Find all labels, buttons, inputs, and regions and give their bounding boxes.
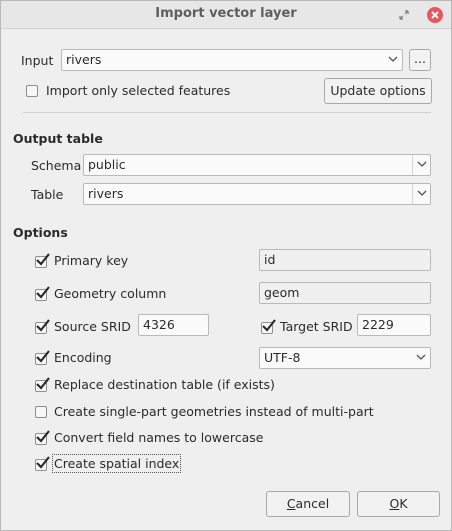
input-layer-value: rivers <box>66 52 102 67</box>
encoding-combo[interactable]: UTF-8 <box>259 347 431 369</box>
separator <box>23 112 431 113</box>
close-button[interactable] <box>427 7 443 23</box>
spatial-index-label: Create spatial index <box>51 454 182 473</box>
import-only-selected-label: Import only selected features <box>46 83 231 98</box>
encoding-value: UTF-8 <box>264 350 301 365</box>
ok-label-rest: K <box>399 496 408 511</box>
ok-mnemonic: O <box>389 496 400 511</box>
cancel-label-rest: ancel <box>295 496 330 511</box>
lowercase-checkbox[interactable] <box>35 430 50 445</box>
table-combo[interactable]: rivers <box>83 183 431 205</box>
primary-key-label: Primary key <box>54 253 129 268</box>
input-label: Input <box>21 53 54 68</box>
input-layer-combo[interactable]: rivers <box>61 49 403 71</box>
window-title: Import vector layer <box>155 6 297 21</box>
options-heading: Options <box>13 225 68 240</box>
single-part-label: Create single-part geometries instead of… <box>54 404 374 419</box>
geometry-column-label: Geometry column <box>54 286 167 301</box>
checkmark-icon <box>36 350 50 363</box>
target-srid-label: Target SRID <box>280 319 353 334</box>
target-srid-checkbox[interactable] <box>261 319 276 334</box>
replace-table-checkbox[interactable] <box>35 377 50 392</box>
chevron-down-icon <box>412 155 430 175</box>
schema-value: public <box>88 157 126 172</box>
checkmark-icon <box>36 319 50 332</box>
checkmark-icon <box>262 319 276 332</box>
checkmark-icon <box>36 286 50 299</box>
checkmark-icon <box>36 377 50 390</box>
primary-key-checkbox[interactable] <box>35 253 50 268</box>
update-options-button[interactable]: Update options <box>324 78 432 104</box>
ok-button[interactable]: OK <box>357 491 440 517</box>
table-value: rivers <box>88 186 124 201</box>
schema-combo[interactable]: public <box>83 154 431 176</box>
title-bar: Import vector layer <box>1 1 451 29</box>
schema-label: Schema <box>31 158 82 173</box>
geometry-column-checkbox[interactable] <box>35 286 50 301</box>
primary-key-field[interactable]: id <box>259 249 431 271</box>
source-srid-checkbox[interactable] <box>35 319 50 334</box>
encoding-label: Encoding <box>54 350 112 365</box>
output-table-heading: Output table <box>13 131 103 146</box>
chevron-down-icon <box>412 348 430 368</box>
cancel-mnemonic: C <box>286 496 296 511</box>
browse-button[interactable]: ... <box>409 49 431 71</box>
lowercase-label: Convert field names to lowercase <box>54 430 264 445</box>
single-part-checkbox[interactable] <box>35 406 47 418</box>
replace-table-label: Replace destination table (if exists) <box>54 377 275 392</box>
close-icon <box>431 11 439 19</box>
table-label: Table <box>31 187 64 202</box>
source-srid-field[interactable]: 4326 <box>138 314 209 336</box>
checkmark-icon <box>36 253 50 266</box>
geometry-column-field[interactable]: geom <box>259 282 431 304</box>
spatial-index-checkbox[interactable] <box>35 456 50 471</box>
target-srid-field[interactable]: 2229 <box>357 314 431 336</box>
restore-icon[interactable] <box>399 10 409 20</box>
import-only-selected-checkbox[interactable] <box>26 85 38 97</box>
checkmark-icon <box>36 430 50 443</box>
chevron-down-icon <box>412 184 430 204</box>
source-srid-label: Source SRID <box>54 319 131 334</box>
import-vector-layer-dialog: Import vector layer Input rivers ... Imp… <box>0 0 452 531</box>
checkmark-icon <box>36 456 50 469</box>
cancel-button[interactable]: Cancel <box>266 491 350 517</box>
encoding-checkbox[interactable] <box>35 350 50 365</box>
chevron-down-icon <box>384 50 402 70</box>
